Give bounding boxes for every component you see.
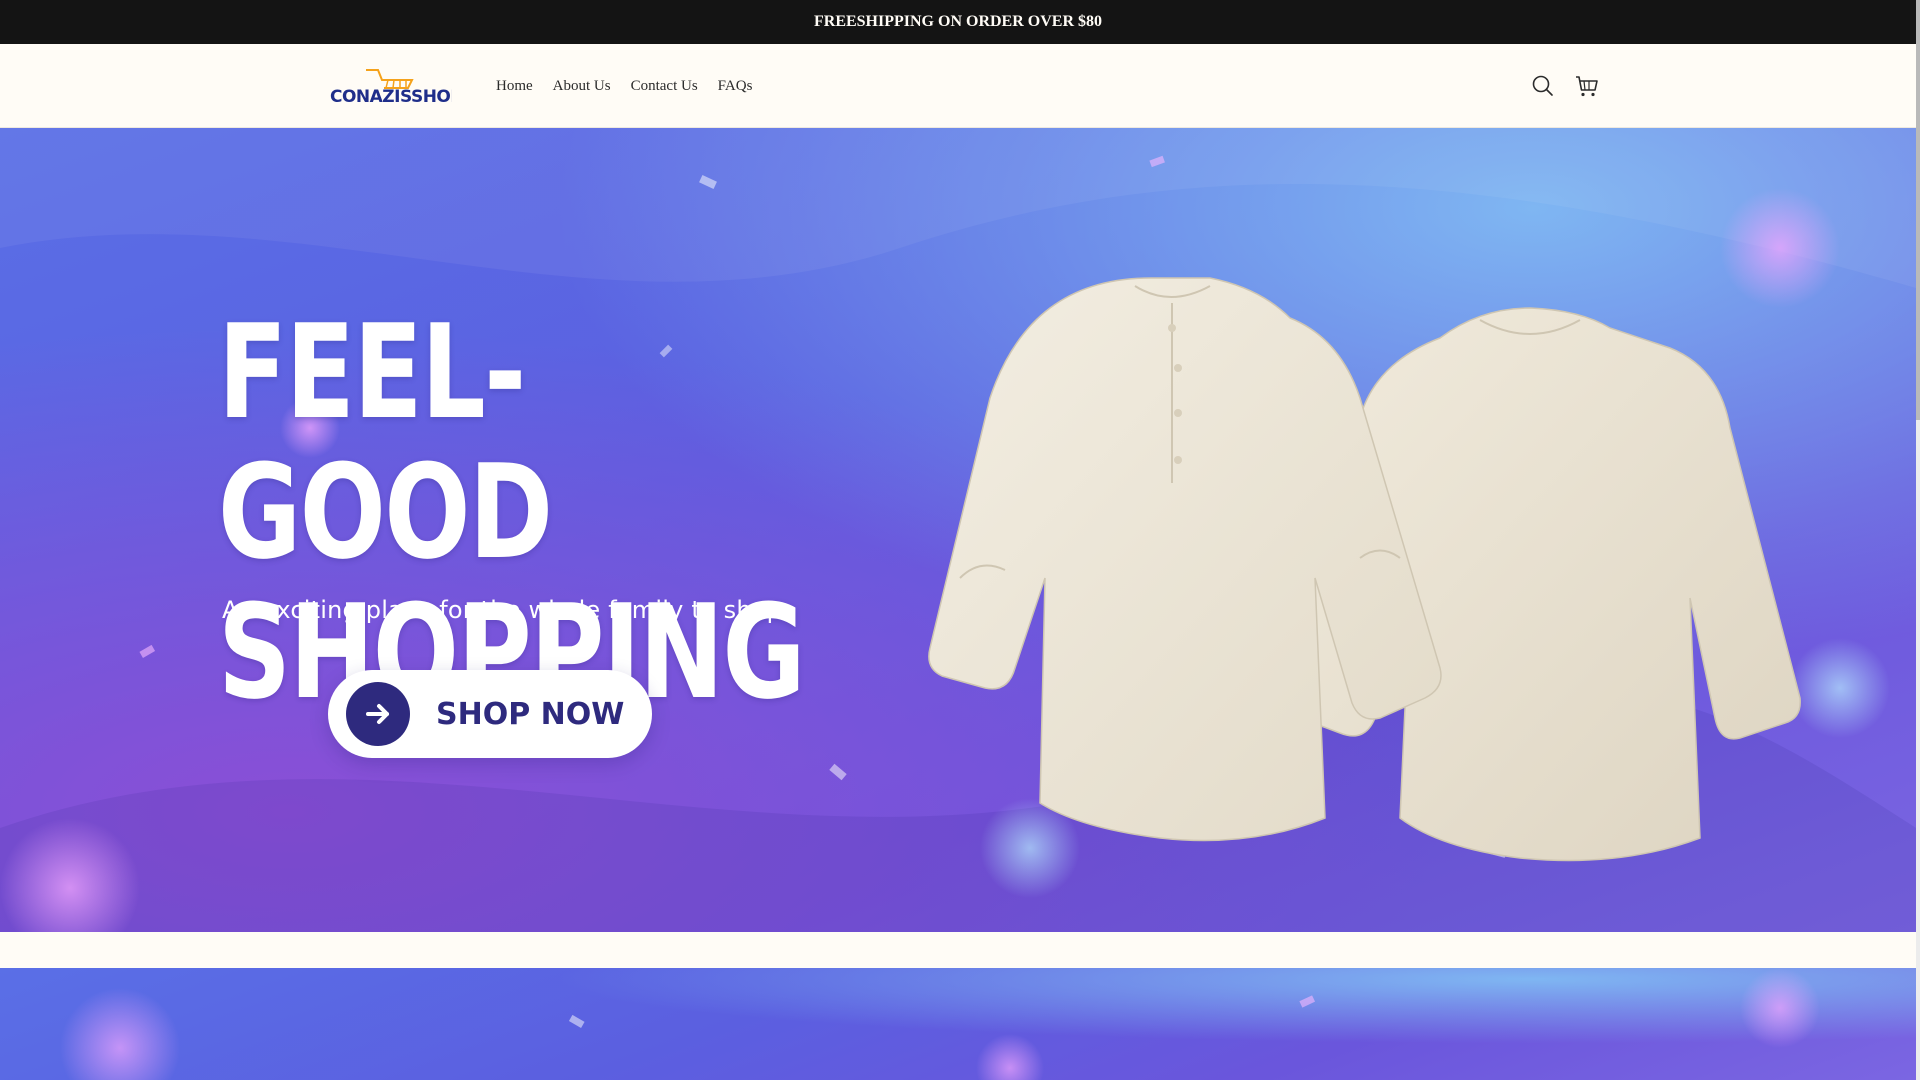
hero-banner[interactable]: FEEL-GOOD SHOPPING An exciting place for… — [0, 128, 1916, 932]
nav-link-contact-us[interactable]: Contact Us — [631, 78, 698, 95]
page-scrollbar[interactable] — [1916, 0, 1920, 1080]
section-gap — [0, 932, 1916, 968]
hero-title: FEEL-GOOD SHOPPING — [218, 296, 806, 722]
secondary-banner — [0, 968, 1916, 1080]
shop-now-label: SHOP NOW — [436, 696, 625, 732]
announcement-text: FREESHIPPING ON ORDER OVER $80 — [813, 13, 1103, 30]
page: FREESHIPPING ON ORDER OVER $80 CONAZISSH… — [0, 0, 1920, 1080]
announcement-bar: FREESHIPPING ON ORDER OVER $80 — [0, 0, 1916, 44]
nav-link-about-us[interactable]: About Us — [553, 78, 611, 95]
main-nav: Home About Us Contact Us FAQs — [496, 44, 772, 128]
site-header: CONAZISSHOP Home About Us Contact Us FAQ… — [0, 44, 1916, 128]
page-content: FREESHIPPING ON ORDER OVER $80 CONAZISSH… — [0, 0, 1916, 1080]
product-image-shirts — [928, 277, 1801, 862]
hero-subtitle: An exciting place for the whole family t… — [222, 596, 783, 624]
cart-icon — [1576, 76, 1598, 97]
shirt-front — [928, 277, 1442, 842]
shop-now-icon-circle — [346, 682, 410, 746]
shop-now-button[interactable]: SHOP NOW — [328, 670, 652, 758]
nav-link-home[interactable]: Home — [496, 78, 533, 95]
logo-wordmark: CONAZISSHOP — [330, 87, 452, 106]
nav-link-faqs[interactable]: FAQs — [718, 78, 753, 95]
search-button[interactable] — [1530, 73, 1556, 99]
cart-button[interactable] — [1574, 73, 1600, 99]
scrollbar-thumb[interactable] — [1916, 0, 1920, 420]
logo-image: CONAZISSHOP — [330, 69, 463, 107]
search-icon — [1532, 75, 1553, 96]
arrow-right-icon — [366, 704, 389, 724]
secondary-banner-background — [60, 968, 1820, 1080]
hero-title-line-1: FEEL-GOOD — [218, 296, 553, 588]
site-logo[interactable]: CONAZISSHOP — [328, 66, 463, 107]
